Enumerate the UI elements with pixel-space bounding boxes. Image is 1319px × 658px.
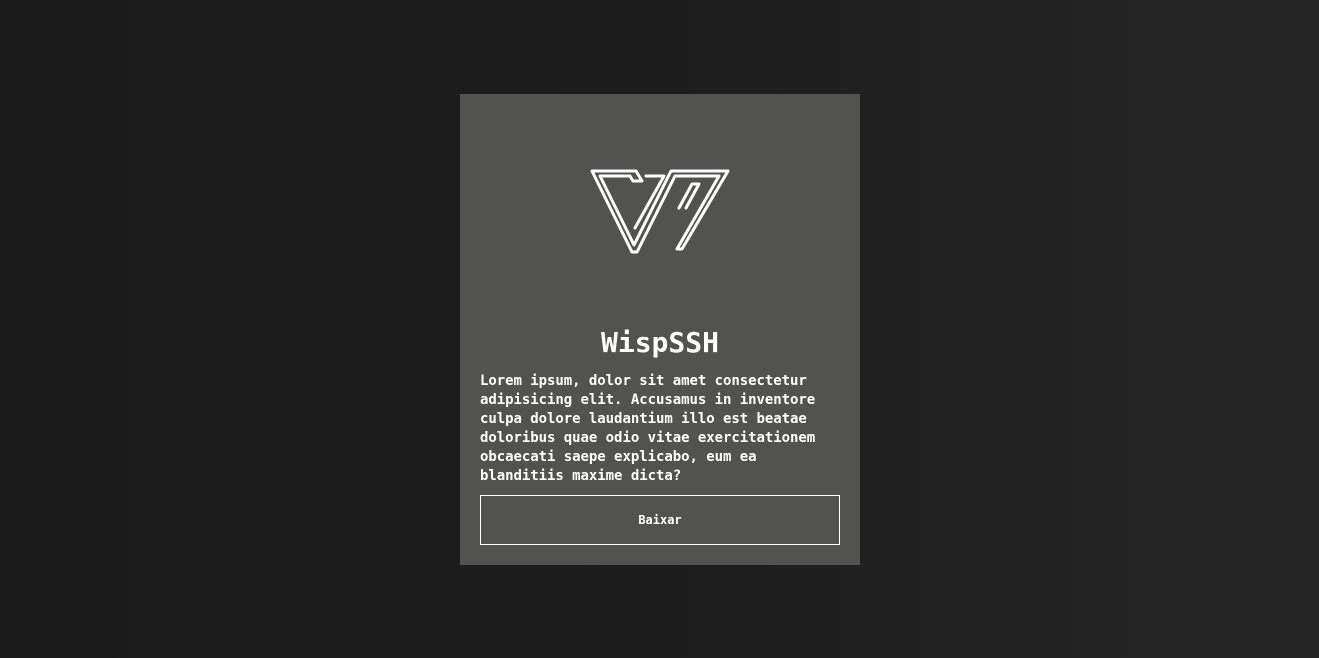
product-card: WispSSH Lorem ipsum, dolor sit amet cons… [460, 94, 860, 565]
card-description: Lorem ipsum, dolor sit amet consectetur … [480, 373, 816, 484]
card-title: WispSSH [600, 326, 719, 359]
download-button[interactable]: Baixar [480, 495, 840, 545]
logo [460, 168, 860, 254]
w-logo-icon [590, 169, 730, 254]
